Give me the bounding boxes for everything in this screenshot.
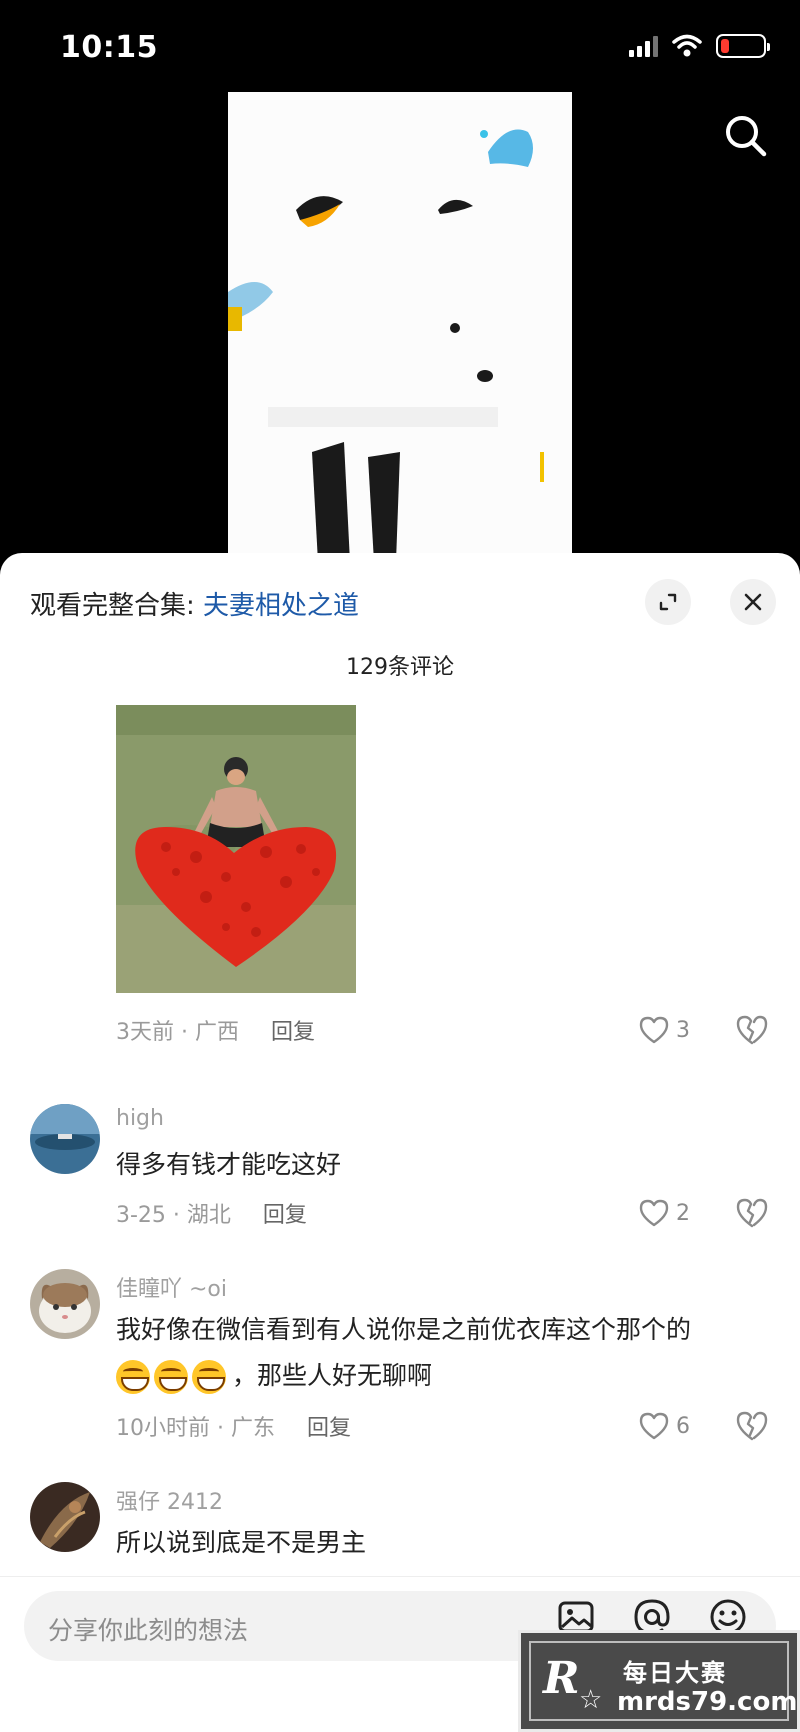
comment-text-line: 我好像在微信看到有人说你是之前优衣库这个那个的 <box>116 1315 692 1344</box>
signal-icon <box>629 35 658 57</box>
status-time: 10:15 <box>60 30 158 65</box>
broken-heart-icon[interactable] <box>735 1196 769 1230</box>
comment-time-location: 3-25 · 湖北 <box>116 1203 231 1228</box>
star-icon: ☆ <box>579 1685 603 1715</box>
status-bar: 10:15 <box>0 0 800 92</box>
comment-username[interactable]: 强仔 2412 <box>116 1484 223 1516</box>
video-player[interactable] <box>0 92 800 562</box>
comment-sheet: 观看完整合集: 夫妻相处之道 129条评论 3天前 · 广西 回复 3 high… <box>0 553 800 1732</box>
close-icon <box>744 593 762 611</box>
like-button[interactable]: 3 <box>638 1012 690 1048</box>
search-icon[interactable] <box>722 112 770 160</box>
comment-input-placeholder: 分享你此刻的想法 <box>48 1616 249 1645</box>
comment-count: 129条评论 <box>346 655 454 680</box>
sheet-header: 观看完整合集: 夫妻相处之道 <box>0 553 800 649</box>
status-icons <box>629 34 770 58</box>
wifi-icon <box>672 34 702 57</box>
comment-image[interactable] <box>116 705 356 993</box>
grinning-sweat-emoji-icon <box>192 1360 226 1394</box>
comment-meta: 3-25 · 湖北 回复 <box>116 1197 307 1229</box>
heart-icon <box>639 1412 669 1440</box>
comment-meta: 3天前 · 广西 回复 <box>116 1014 315 1046</box>
heart-icon <box>639 1016 669 1044</box>
watermark-url: mrds79.com <box>617 1687 798 1717</box>
comment-username[interactable]: high <box>116 1106 164 1131</box>
grinning-sweat-emoji-icon <box>116 1360 150 1394</box>
watermark-frame: R ☆ 每日大赛 mrds79.com <box>529 1641 797 1721</box>
battery-level <box>721 39 729 53</box>
expand-button[interactable] <box>645 579 691 625</box>
battery-low-icon <box>716 34 770 58</box>
collection-name[interactable]: 夫妻相处之道 <box>203 591 359 621</box>
close-button[interactable] <box>730 579 776 625</box>
avatar[interactable] <box>30 1104 100 1174</box>
like-button[interactable]: 6 <box>638 1408 690 1444</box>
comment-text-line: ，那些人好无聊啊 <box>116 1353 691 1399</box>
collection-prefix: 观看完整合集: <box>30 591 204 621</box>
avatar[interactable] <box>30 1269 100 1339</box>
reply-button[interactable]: 回复 <box>271 1014 315 1046</box>
collection-link[interactable]: 观看完整合集: 夫妻相处之道 <box>30 585 359 622</box>
video-frame[interactable] <box>228 92 572 562</box>
avatar[interactable] <box>30 1482 100 1552</box>
watermark-title: 每日大赛 <box>623 1659 727 1687</box>
comment-photo <box>116 705 356 993</box>
comment-text: 我好像在微信看到有人说你是之前优衣库这个那个的 ，那些人好无聊啊 <box>116 1307 691 1399</box>
like-count: 6 <box>676 1413 690 1439</box>
broken-heart-icon[interactable] <box>735 1013 769 1047</box>
video-thumbnail <box>228 92 572 562</box>
reply-button[interactable]: 回复 <box>307 1410 351 1442</box>
emoji-group <box>116 1360 226 1394</box>
comment-text-tail: ，那些人好无聊啊 <box>232 1361 433 1390</box>
broken-heart-icon[interactable] <box>735 1409 769 1443</box>
watermark-logo: R <box>543 1653 580 1704</box>
expand-icon <box>659 593 677 611</box>
like-count: 2 <box>676 1200 690 1226</box>
comment-text: 所以说到底是不是男主 <box>116 1528 367 1557</box>
comment-username[interactable]: 佳瞳吖 ~oi <box>116 1271 227 1303</box>
like-button[interactable]: 2 <box>638 1195 690 1231</box>
comment-meta: 10小时前 · 广东 回复 <box>116 1410 351 1442</box>
comment-text: 得多有钱才能吃这好 <box>116 1150 342 1179</box>
like-count: 3 <box>676 1017 690 1043</box>
reply-button[interactable]: 回复 <box>263 1197 307 1229</box>
heart-icon <box>639 1199 669 1227</box>
comment-time-location: 10小时前 · 广东 <box>116 1416 275 1441</box>
grinning-sweat-emoji-icon <box>154 1360 188 1394</box>
watermark: R ☆ 每日大赛 mrds79.com <box>518 1630 800 1732</box>
comment-time-location: 3天前 · 广西 <box>116 1020 239 1045</box>
